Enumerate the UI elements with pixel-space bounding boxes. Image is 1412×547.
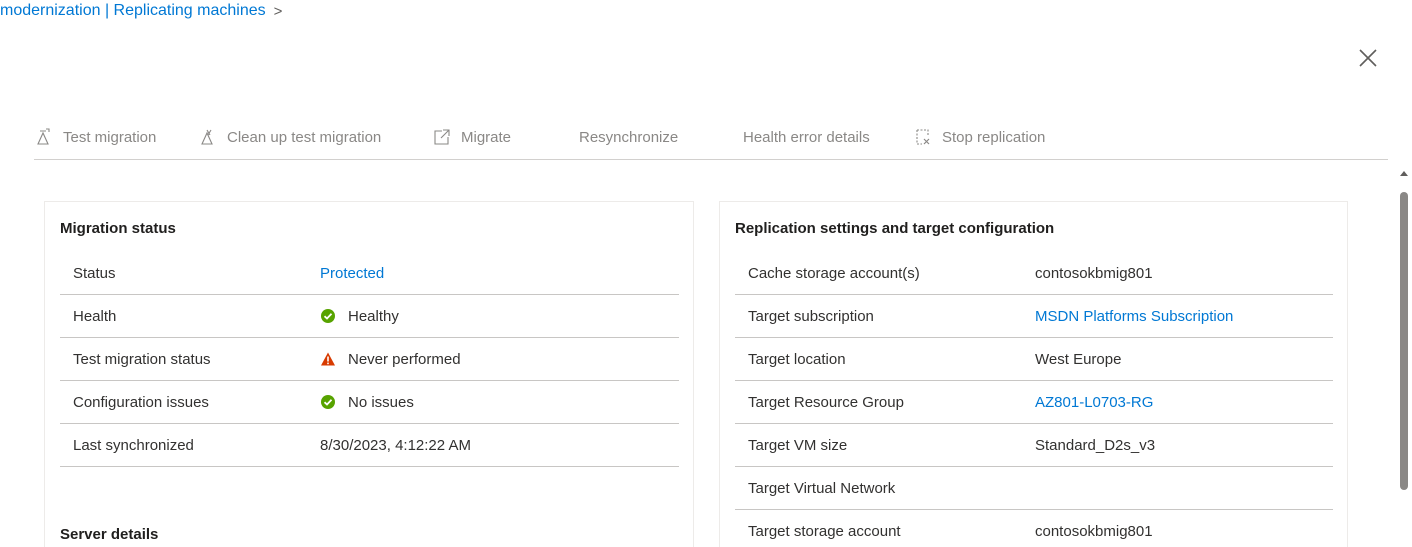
replication-settings-panel: Replication settings and target configur…: [719, 201, 1348, 547]
replication-settings-title: Replication settings and target configur…: [735, 220, 1055, 237]
target-resource-group-key: Target Resource Group: [748, 393, 904, 411]
configuration-issues-row: Configuration issues No issues: [60, 381, 679, 424]
clean-up-test-migration-button[interactable]: Clean up test migration: [198, 127, 432, 147]
test-migration-status-row: Test migration status Never performed: [60, 338, 679, 381]
target-subscription-row: Target subscription MSDN Platforms Subsc…: [735, 295, 1333, 338]
configuration-issues-key: Configuration issues: [73, 393, 209, 411]
status-row: Status Protected: [60, 252, 679, 295]
migration-status-panel: Migration status Status Protected Health…: [44, 201, 694, 547]
configuration-issues-text: No issues: [348, 393, 414, 411]
last-synchronized-value: 8/30/2023, 4:12:22 AM: [320, 436, 471, 454]
health-error-details-button[interactable]: Health error details: [743, 129, 913, 146]
migrate-label: Migrate: [461, 128, 512, 146]
replication-settings-table: Cache storage account(s) contosokbmig801…: [735, 252, 1333, 547]
success-check-icon: [321, 309, 335, 323]
stop-replication-button[interactable]: Stop replication: [913, 127, 1045, 147]
migration-status-table: Status Protected Health Healthy Test mig…: [60, 252, 679, 467]
stop-replication-icon: [916, 129, 930, 145]
target-subscription-link[interactable]: MSDN Platforms Subscription: [1035, 308, 1233, 325]
cache-storage-key: Cache storage account(s): [748, 264, 920, 282]
resynchronize-label: Resynchronize: [579, 128, 679, 146]
test-migration-status-value: Never performed: [320, 351, 461, 368]
configuration-issues-value: No issues: [320, 394, 414, 411]
breadcrumb-separator: >: [273, 2, 283, 20]
stop-replication-label: Stop replication: [942, 128, 1046, 146]
server-details-title: Server details: [60, 526, 159, 543]
test-migration-status-text: Never performed: [348, 350, 461, 368]
target-vm-size-value: Standard_D2s_v3: [1035, 436, 1156, 454]
resynchronize-button[interactable]: Resynchronize: [579, 129, 743, 146]
health-key: Health: [73, 307, 117, 325]
scroll-up-arrow-icon[interactable]: [1400, 171, 1408, 176]
cache-storage-value: contosokbmig801: [1035, 264, 1153, 282]
migrate-icon: [434, 129, 450, 145]
target-subscription-key: Target subscription: [748, 307, 874, 325]
target-storage-account-row: Target storage account contosokbmig801: [735, 510, 1333, 547]
target-virtual-network-row: Target Virtual Network: [735, 467, 1333, 510]
clean-up-test-migration-label: Clean up test migration: [227, 128, 382, 146]
target-location-value: West Europe: [1035, 350, 1122, 368]
warning-icon: [321, 352, 335, 366]
target-resource-group-link[interactable]: AZ801-L0703-RG: [1035, 394, 1153, 411]
last-synchronized-key: Last synchronized: [73, 436, 194, 454]
status-key: Status: [73, 264, 116, 282]
migrate-button[interactable]: Migrate: [432, 127, 579, 147]
target-storage-account-key: Target storage account: [748, 523, 901, 540]
target-storage-account-value: contosokbmig801: [1035, 523, 1153, 540]
toolbar-divider: [34, 159, 1388, 160]
target-vm-size-key: Target VM size: [748, 436, 848, 454]
target-location-row: Target location West Europe: [735, 338, 1333, 381]
clean-up-icon: [201, 129, 213, 145]
test-migration-status-key: Test migration status: [73, 350, 211, 368]
close-icon: [1359, 49, 1377, 67]
target-location-key: Target location: [748, 350, 846, 368]
test-migration-button[interactable]: Test migration: [34, 127, 198, 147]
target-virtual-network-key: Target Virtual Network: [748, 479, 896, 497]
health-row: Health Healthy: [60, 295, 679, 338]
migration-status-title: Migration status: [60, 220, 176, 237]
breadcrumb: modernization | Replicating machines >: [0, 2, 282, 20]
close-button[interactable]: [1356, 46, 1380, 70]
vertical-scrollbar[interactable]: [1396, 168, 1412, 547]
status-value-link[interactable]: Protected: [320, 265, 384, 282]
target-resource-group-row: Target Resource Group AZ801-L0703-RG: [735, 381, 1333, 424]
test-migration-label: Test migration: [63, 128, 157, 146]
test-migration-icon: [37, 128, 50, 145]
target-vm-size-row: Target VM size Standard_D2s_v3: [735, 424, 1333, 467]
command-bar: Test migration Clean up test migration M…: [34, 122, 1045, 152]
scrollbar-thumb[interactable]: [1400, 192, 1408, 490]
breadcrumb-link[interactable]: modernization | Replicating machines: [0, 2, 266, 20]
health-value-text: Healthy: [348, 307, 399, 325]
health-error-details-label: Health error details: [743, 128, 870, 146]
success-check-icon: [321, 395, 335, 409]
cache-storage-row: Cache storage account(s) contosokbmig801: [735, 252, 1333, 295]
last-synchronized-row: Last synchronized 8/30/2023, 4:12:22 AM: [60, 424, 679, 467]
health-value: Healthy: [320, 308, 399, 325]
